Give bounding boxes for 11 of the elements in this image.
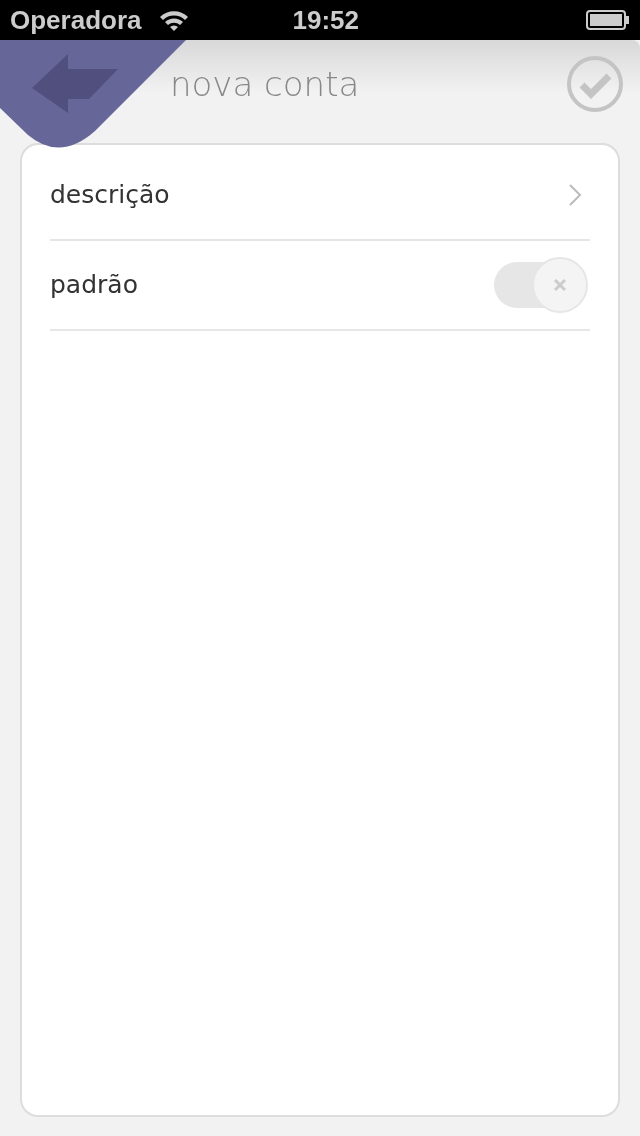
toggle-switch[interactable] xyxy=(494,260,590,310)
screen-title: nova conta xyxy=(170,62,360,106)
row-label: descrição xyxy=(50,179,170,212)
carrier-name: Operadora xyxy=(10,3,142,37)
close-icon xyxy=(553,278,567,292)
confirm-button[interactable] xyxy=(566,55,624,113)
list-row[interactable]: descrição xyxy=(50,151,590,241)
row-label: padrão xyxy=(50,269,138,302)
battery-icon xyxy=(586,10,630,30)
status-time: 19:52 xyxy=(292,3,359,37)
chevron-icon xyxy=(568,183,582,207)
